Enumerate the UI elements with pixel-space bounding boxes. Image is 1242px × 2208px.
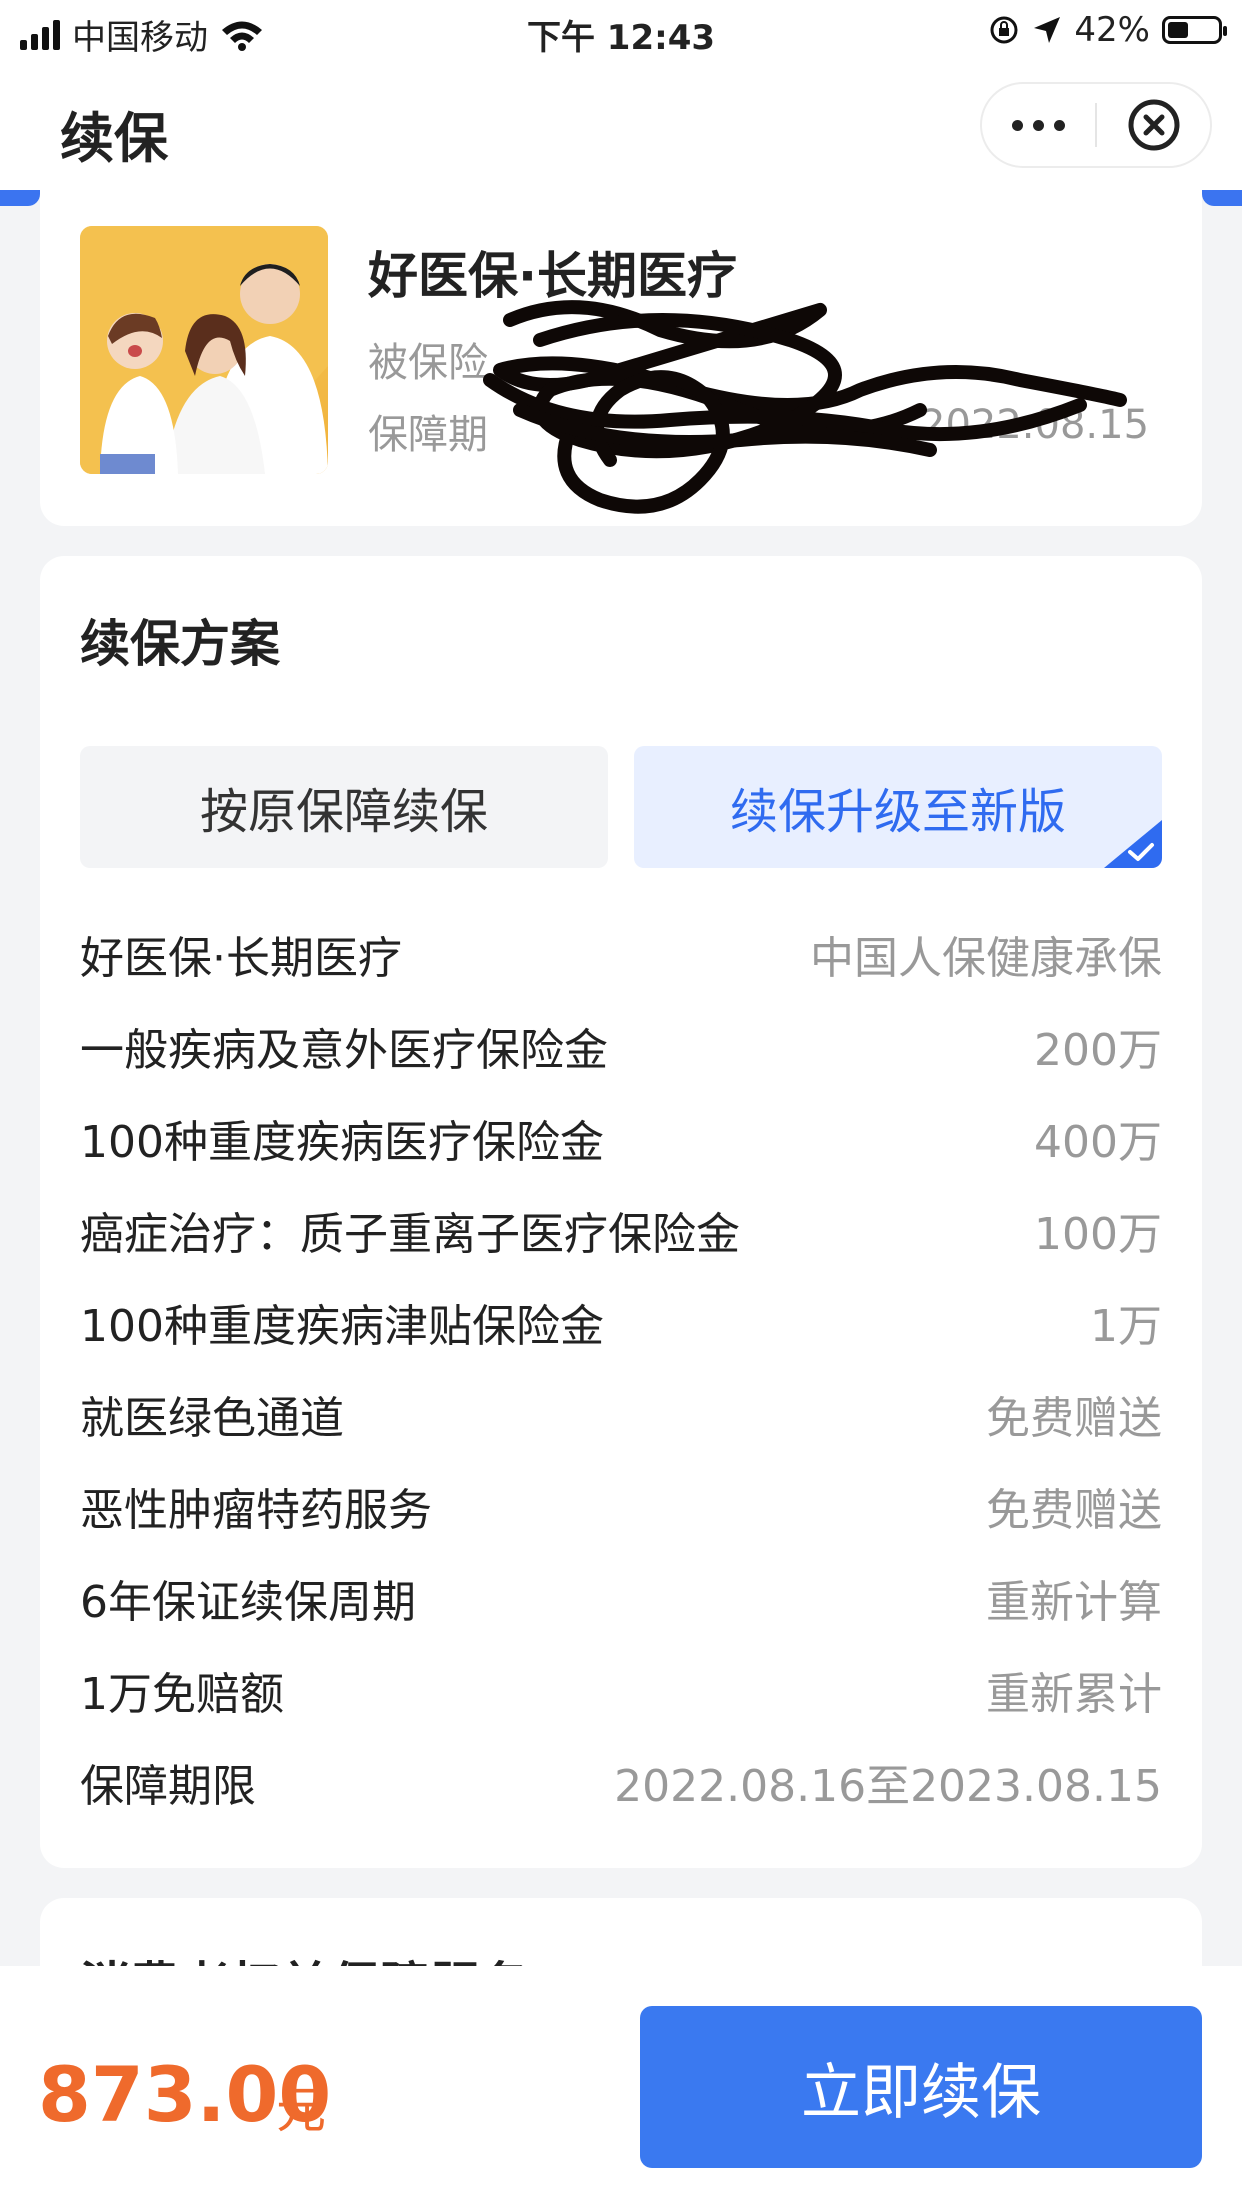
close-circle-icon[interactable]: [1097, 97, 1210, 153]
row-label: 6年保证续保周期: [80, 1577, 416, 1628]
row-value: 100万: [1034, 1209, 1162, 1260]
battery-percent: 42%: [1074, 10, 1150, 50]
row-label: 好医保·长期医疗: [80, 933, 402, 984]
row-value: 重新累计: [986, 1669, 1162, 1720]
plan-row: 就医绿色通道 免费赠送: [80, 1378, 1162, 1450]
row-value: 中国人保健康承保: [810, 933, 1162, 984]
row-value: 重新计算: [986, 1577, 1162, 1628]
plan-row: 100种重度疾病医疗保险金 400万: [80, 1102, 1162, 1174]
product-card[interactable]: 好医保·长期医疗 被保险 保障期 2022.08.15: [40, 190, 1202, 526]
row-value: 1万: [1090, 1301, 1162, 1352]
row-value: 免费赠送: [986, 1485, 1162, 1536]
plan-row: 保障期限 2022.08.16至2023.08.15: [80, 1746, 1162, 1818]
plan-row: 一般疾病及意外医疗保险金 200万: [80, 1010, 1162, 1082]
header-accent-right: [1202, 190, 1242, 206]
row-value: 2022.08.16至2023.08.15: [614, 1761, 1162, 1812]
row-label: 癌症治疗：质子重离子医疗保险金: [80, 1209, 740, 1260]
option-label: 按原保障续保: [199, 784, 488, 840]
miniprogram-capsule: [980, 82, 1212, 168]
plan-row: 1万免赔额 重新累计: [80, 1654, 1162, 1726]
battery-icon: [1162, 16, 1227, 44]
row-value: 400万: [1034, 1117, 1162, 1168]
row-label: 100种重度疾病医疗保险金: [80, 1117, 604, 1168]
redaction-scribble: [483, 300, 1127, 514]
plan-row: 恶性肿瘤特药服务 免费赠送: [80, 1470, 1162, 1542]
row-label: 一般疾病及意外医疗保险金: [80, 1025, 608, 1076]
plan-row: 6年保证续保周期 重新计算: [80, 1562, 1162, 1634]
plan-row: 好医保·长期医疗 中国人保健康承保: [80, 918, 1162, 990]
nav-bar: 续保: [0, 64, 1242, 190]
option-upgrade-renewal[interactable]: 续保升级至新版: [634, 746, 1162, 868]
row-label: 就医绿色通道: [80, 1393, 344, 1444]
product-family-image: [80, 226, 328, 474]
row-label: 保障期限: [80, 1761, 256, 1812]
option-label: 续保升级至新版: [729, 784, 1066, 840]
checkmark-icon: [1128, 843, 1154, 861]
status-right: 42%: [988, 10, 1227, 50]
option-original-renewal[interactable]: 按原保障续保: [80, 746, 608, 868]
plan-section-title: 续保方案: [80, 615, 280, 673]
row-label: 1万免赔额: [80, 1669, 284, 1720]
more-dots-icon[interactable]: [982, 119, 1095, 131]
row-label: 恶性肿瘤特药服务: [80, 1485, 432, 1536]
status-bar: 中国移动 下午 12:43 42%: [0, 0, 1242, 64]
plan-row: 癌症治疗：质子重离子医疗保险金 100万: [80, 1194, 1162, 1266]
row-value: 200万: [1034, 1025, 1162, 1076]
page-title: 续保: [60, 107, 168, 170]
renew-now-button[interactable]: 立即续保: [640, 2006, 1202, 2168]
header-accent-left: [0, 190, 40, 206]
row-value: 免费赠送: [986, 1393, 1162, 1444]
row-label: 100种重度疾病津贴保险金: [80, 1301, 604, 1352]
bottom-action-bar: 873.00 元 立即续保: [0, 1966, 1242, 2208]
plan-row: 100种重度疾病津贴保险金 1万: [80, 1286, 1162, 1358]
location-arrow-icon: [1034, 17, 1061, 43]
renewal-plan-card: 续保方案 按原保障续保 续保升级至新版 好医保·长期医疗 中国人保健康承保 一般疾…: [40, 556, 1202, 1868]
price-unit: 元: [276, 2081, 326, 2139]
orientation-lock-icon: [990, 16, 1018, 44]
